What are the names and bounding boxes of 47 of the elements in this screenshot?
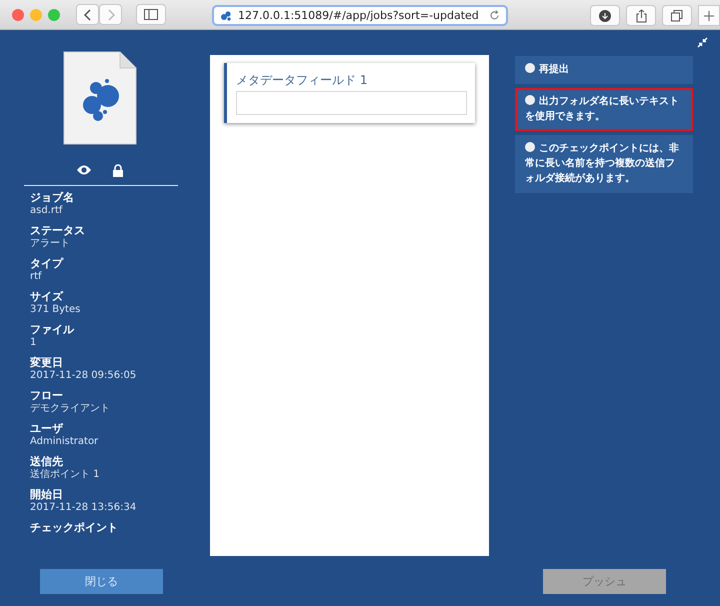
checkpoint-option[interactable]: 再提出 <box>515 56 693 84</box>
checkpoint-option[interactable]: このチェックポイントには、非常に長い名前を持つ複数の送信フォルダ接続があります。 <box>515 135 693 193</box>
new-tab-button[interactable] <box>698 5 720 26</box>
field-label: 送信先 <box>30 455 64 468</box>
share-button[interactable] <box>626 5 656 26</box>
download-button[interactable] <box>590 5 620 26</box>
lock-icon[interactable] <box>112 164 124 177</box>
field-label: ステータス <box>30 224 86 237</box>
field-value: rtf <box>30 270 43 283</box>
tabs-button[interactable] <box>662 5 692 26</box>
field-value: asd.rtf <box>30 204 64 217</box>
field-label: ジョブ名 <box>30 191 75 204</box>
field-value: 送信ポイント 1 <box>30 468 101 481</box>
plus-icon <box>704 10 714 20</box>
field-label: 変更日 <box>30 356 64 369</box>
field-value: デモクライアント <box>30 402 111 415</box>
field-label: ファイル <box>30 323 75 336</box>
sidebar-button[interactable] <box>136 4 166 25</box>
reload-icon[interactable] <box>489 10 500 21</box>
field-label: フロー <box>30 389 64 402</box>
sidebar-icon <box>144 9 158 20</box>
document-icon <box>62 50 138 146</box>
field-value: 371 Bytes <box>30 303 82 316</box>
field-value: アラート <box>30 237 71 250</box>
url-text: 127.0.0.1:51089/#/app/jobs?sort=-updated <box>238 9 480 22</box>
eye-icon[interactable] <box>76 164 92 176</box>
field-label: 開始日 <box>30 488 64 501</box>
field-value: 1 <box>30 336 38 349</box>
address-bar[interactable]: 127.0.0.1:51089/#/app/jobs?sort=-updated <box>212 5 508 26</box>
field-value: 2017-11-28 13:56:34 <box>30 501 138 514</box>
field-value: 2017-11-28 09:56:05 <box>30 369 138 382</box>
field-label: タイプ <box>30 257 64 270</box>
field-label: サイズ <box>30 290 64 303</box>
metadata-input-field[interactable] <box>236 91 467 115</box>
share-icon <box>636 8 646 22</box>
metadata-label: メタデータフィールド 1 <box>236 72 368 89</box>
field-value: Administrator <box>30 435 100 448</box>
download-icon <box>599 10 611 22</box>
chevron-left-icon <box>84 8 92 20</box>
back-button[interactable] <box>76 4 99 25</box>
site-icon <box>220 10 232 21</box>
field-label: ユーザ <box>30 422 64 435</box>
chevron-right-icon <box>106 8 114 20</box>
tabs-icon <box>671 10 683 22</box>
collapse-icon[interactable] <box>697 37 708 48</box>
checkpoint-option[interactable]: 出力フォルダ名に長いテキストを使用できます。 <box>515 88 693 131</box>
field-label: チェックポイント <box>30 521 119 534</box>
